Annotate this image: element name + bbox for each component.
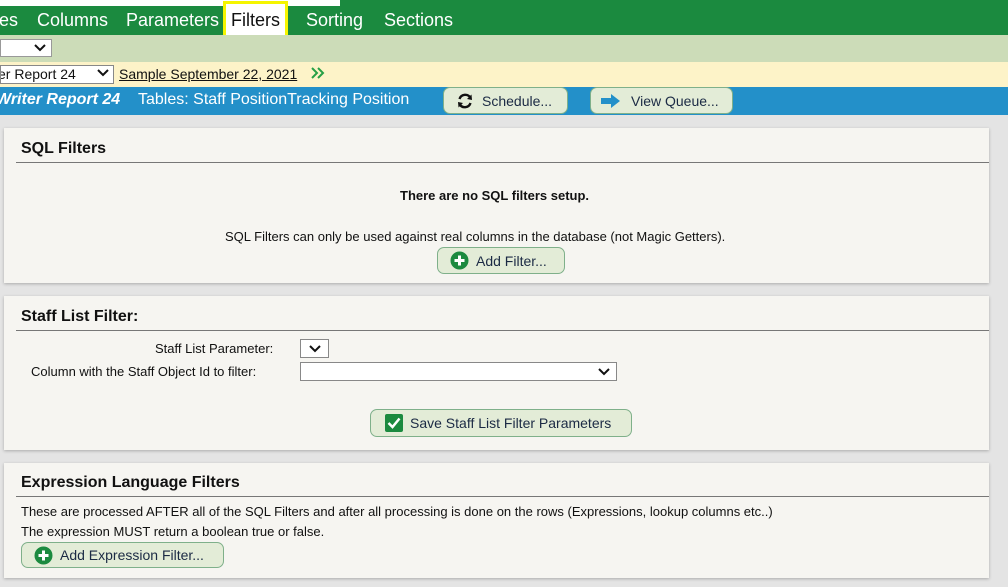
divider	[930, 496, 989, 497]
staff-list-parameter-label: Staff List Parameter:	[155, 341, 274, 356]
expression-filters-description: These are processed AFTER all of the SQL…	[21, 504, 773, 519]
tab-filters[interactable]: Filters	[223, 1, 288, 39]
checkbox-checked-icon	[385, 414, 403, 432]
report-title: Writer Report 24	[0, 91, 121, 108]
add-expression-filter-label: Add Expression Filter...	[60, 547, 204, 563]
schedule-button[interactable]: Schedule...	[443, 87, 568, 114]
tables-text: Tables: Staff PositionTracking Position	[138, 91, 410, 108]
divider	[16, 330, 930, 331]
plus-circle-icon	[34, 546, 53, 565]
expression-filters-requirement: The expression MUST return a boolean tru…	[21, 524, 325, 539]
staff-list-filter-panel: Staff List Filter: Staff List Parameter:…	[4, 296, 989, 450]
expression-filters-panel: Expression Language Filters These are pr…	[4, 463, 989, 578]
staff-object-column-label: Column with the Staff Object Id to filte…	[31, 364, 257, 379]
tab-parameters[interactable]: Parameters	[126, 6, 219, 35]
refresh-icon	[456, 92, 474, 110]
plus-circle-icon	[450, 251, 469, 270]
save-staff-list-filter-button[interactable]: Save Staff List Filter Parameters	[370, 409, 632, 437]
schedule-label: Schedule...	[482, 92, 553, 109]
report-select-value: er Report 24	[0, 66, 76, 82]
divider	[16, 496, 930, 497]
add-filter-button[interactable]: Add Filter...	[437, 247, 565, 274]
view-queue-label: View Queue...	[631, 92, 719, 109]
chevron-down-icon	[309, 345, 321, 353]
tab-sorting[interactable]: Sorting	[306, 6, 363, 35]
sql-filters-heading: SQL Filters	[21, 140, 107, 157]
divider	[16, 162, 930, 163]
chevron-down-icon	[598, 368, 610, 376]
staff-list-filter-heading: Staff List Filter:	[21, 308, 139, 325]
chevron-down-icon	[97, 69, 109, 77]
report-select[interactable]: er Report 24	[0, 65, 114, 84]
tab-columns[interactable]: Columns	[37, 6, 108, 35]
sample-link[interactable]: Sample September 22, 2021	[119, 66, 297, 82]
save-staff-list-filter-label: Save Staff List Filter Parameters	[410, 415, 612, 431]
staff-list-parameter-select[interactable]	[300, 339, 329, 358]
sql-filters-note: SQL Filters can only be used against rea…	[225, 229, 726, 244]
arrow-right-icon	[601, 93, 621, 108]
main-nav: es Columns Parameters Filters Sorting Se…	[0, 1, 1008, 39]
add-expression-filter-button[interactable]: Add Expression Filter...	[21, 542, 224, 568]
expression-filters-heading: Expression Language Filters	[21, 474, 240, 491]
chevron-down-icon	[34, 44, 46, 52]
secondary-bar	[0, 35, 1008, 62]
view-queue-button[interactable]: View Queue...	[590, 87, 733, 114]
double-chevron-right-icon[interactable]	[311, 67, 325, 79]
add-filter-label: Add Filter...	[476, 252, 547, 269]
sql-filters-empty-message: There are no SQL filters setup.	[400, 188, 590, 203]
context-select[interactable]	[0, 39, 52, 57]
tab-sections[interactable]: Sections	[384, 6, 453, 35]
tab-variables[interactable]: es	[0, 6, 18, 35]
staff-object-column-select[interactable]	[300, 362, 617, 381]
sql-filters-panel: SQL Filters There are no SQL filters set…	[4, 128, 989, 283]
divider	[930, 162, 989, 163]
divider	[930, 330, 989, 331]
